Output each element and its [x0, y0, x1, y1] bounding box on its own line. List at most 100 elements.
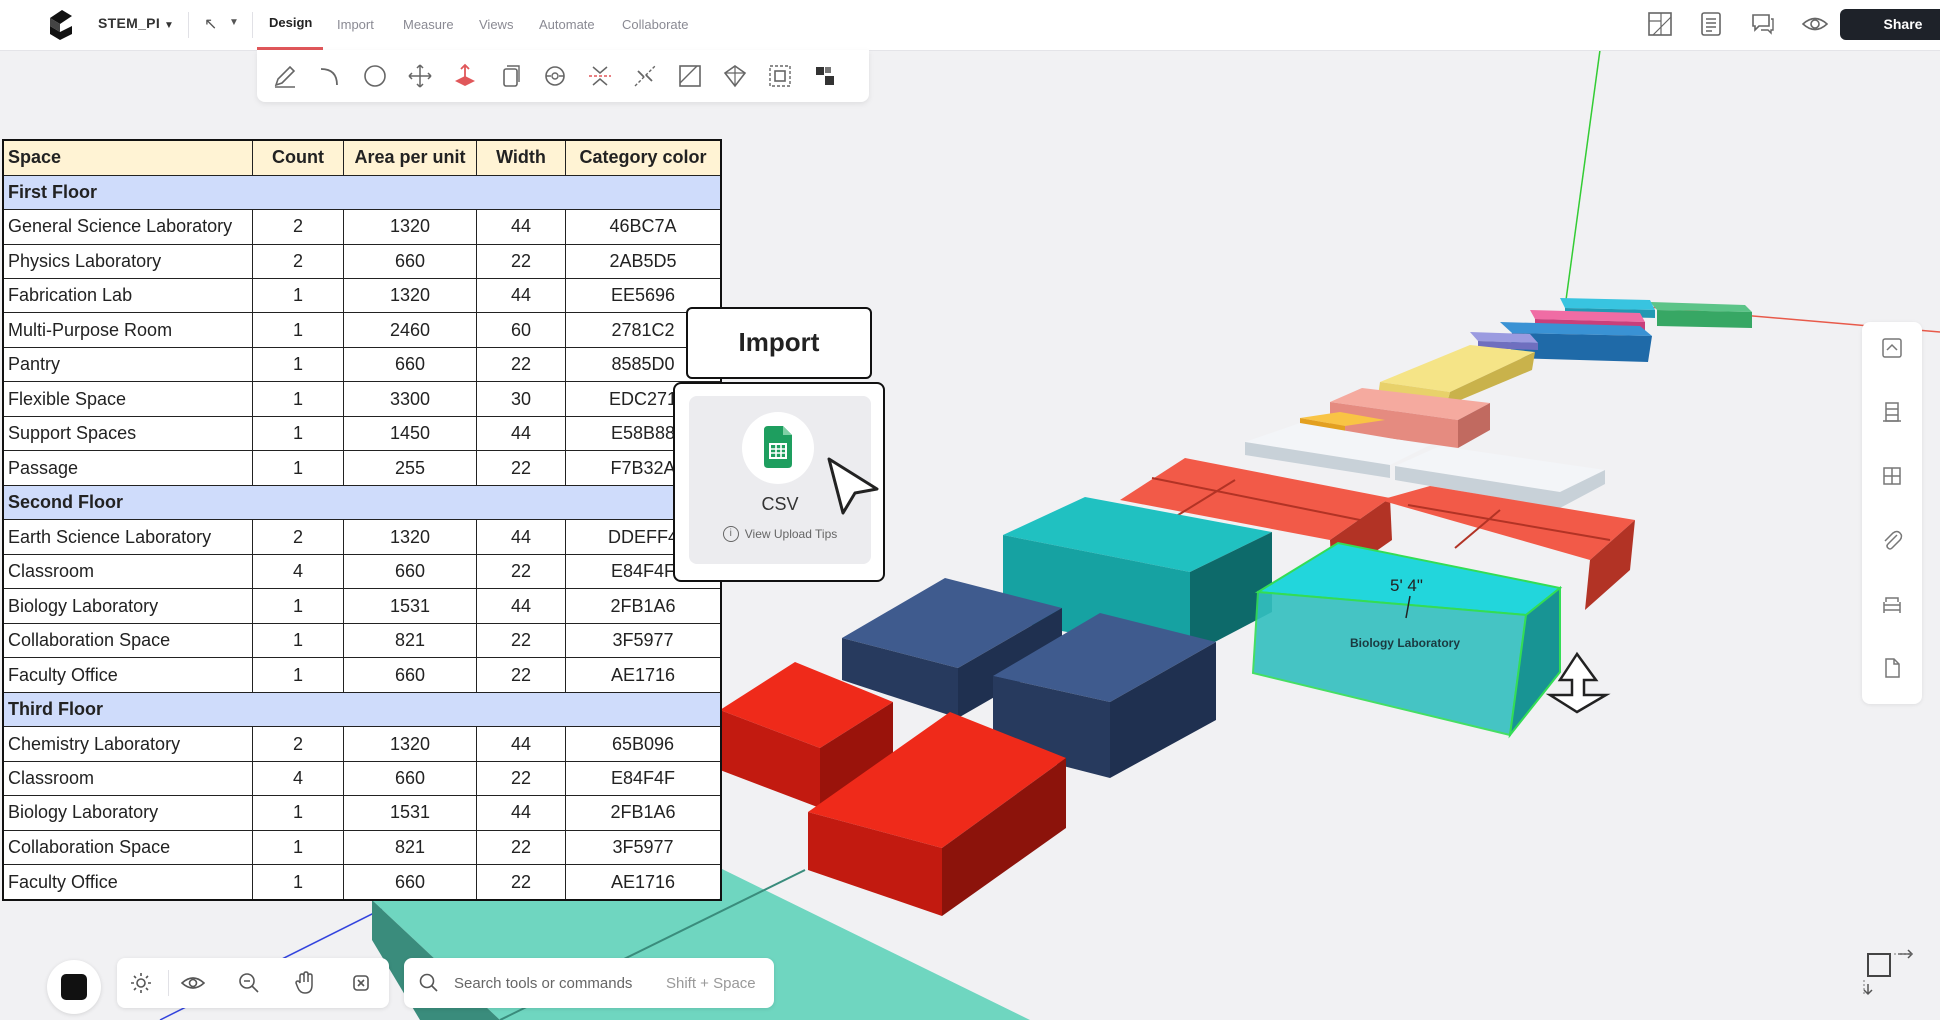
table-cell: 1320	[343, 726, 477, 762]
project-name-dropdown[interactable]: STEM_PI ▼	[98, 15, 174, 31]
table-cell: Biology Laboratory	[2, 795, 253, 831]
table-cell: 22	[476, 450, 566, 486]
furniture-icon[interactable]	[1880, 592, 1904, 616]
project-name: STEM_PI	[98, 15, 161, 31]
table-cell: 44	[476, 519, 566, 555]
view-upload-tips-link[interactable]: i View Upload Tips	[689, 526, 871, 542]
pencil-icon[interactable]	[272, 63, 298, 89]
table-cell: 2	[252, 243, 344, 279]
table-cell: 1531	[343, 795, 477, 831]
table-cell: 1	[252, 415, 344, 452]
table-cell: 4	[252, 760, 344, 797]
group-icon[interactable]	[767, 63, 793, 89]
table-cell: 22	[476, 553, 566, 590]
table-cell: 1	[252, 795, 344, 831]
zoom-icon[interactable]	[237, 971, 261, 995]
table-cell: 3F5977	[565, 829, 722, 866]
eye-icon[interactable]	[1802, 11, 1828, 37]
right-sidebar	[1862, 322, 1922, 704]
circle-icon[interactable]	[362, 63, 388, 89]
tab-collaborate[interactable]: Collaborate	[622, 17, 689, 32]
search-input[interactable]: Search tools or commands	[454, 975, 632, 992]
grid-icon[interactable]	[1880, 464, 1904, 488]
floor-row: Third Floor	[2, 691, 722, 728]
floor-row: First Floor	[2, 174, 722, 211]
paint-bucket-icon[interactable]	[722, 63, 748, 89]
table-cell: 65B096	[565, 726, 722, 762]
tab-views[interactable]: Views	[479, 17, 513, 32]
chevron-down-icon[interactable]: ▼	[229, 17, 239, 28]
select-cursor-icon[interactable]: ↖	[204, 14, 217, 34]
table-cell: 22	[476, 243, 566, 279]
settings-gear-icon[interactable]	[129, 971, 153, 995]
table-cell: Earth Science Laboratory	[2, 519, 253, 555]
y-axis	[1565, 50, 1601, 301]
table-cell: 2460	[343, 312, 477, 348]
table-cell: Biology Laboratory	[2, 588, 253, 624]
fit-view-icon[interactable]	[349, 971, 373, 995]
move-icon[interactable]	[407, 63, 433, 89]
app-logo-icon[interactable]	[46, 8, 76, 42]
table-row: Collaboration Space 1 821 22 3F5977	[2, 622, 722, 659]
table-row: Classroom 4 660 22 E84F4F	[2, 760, 722, 797]
frame-view-icon[interactable]	[1858, 944, 1918, 1000]
table-row: Flexible Space 1 3300 30 EDC271	[2, 381, 722, 417]
rotate-icon[interactable]	[542, 63, 568, 89]
table-cell: 255	[343, 450, 477, 486]
table-cell: 1	[252, 450, 344, 486]
block-general-science[interactable]	[1650, 302, 1752, 328]
paperclip-icon[interactable]	[1880, 528, 1904, 552]
table-row: Collaboration Space 1 821 22 3F5977	[2, 829, 722, 866]
divider	[168, 970, 169, 996]
app-menu-button[interactable]	[47, 960, 101, 1014]
table-cell: 44	[476, 726, 566, 762]
offset-icon[interactable]	[677, 63, 703, 89]
tab-measure[interactable]: Measure	[403, 17, 454, 32]
divider	[188, 12, 189, 38]
tab-design[interactable]: Design	[269, 15, 312, 30]
table-cell: 30	[476, 381, 566, 417]
split-icon[interactable]	[632, 63, 658, 89]
table-cell: Chemistry Laboratory	[2, 726, 253, 762]
column-header: Space	[2, 139, 253, 176]
tab-automate[interactable]: Automate	[539, 17, 595, 32]
copy-icon[interactable]	[497, 63, 523, 89]
eye-icon[interactable]	[181, 971, 205, 995]
table-row: Earth Science Laboratory 2 1320 44 DDEFF4	[2, 519, 722, 555]
table-cell: Faculty Office	[2, 657, 253, 693]
table-cell: 22	[476, 657, 566, 693]
mirror-icon[interactable]	[587, 63, 613, 89]
comments-icon[interactable]	[1750, 11, 1776, 37]
table-row: Multi-Purpose Room 1 2460 60 2781C2	[2, 312, 722, 348]
report-icon[interactable]	[1698, 11, 1724, 37]
building-icon[interactable]	[1880, 400, 1904, 424]
table-cell: 44	[476, 415, 566, 452]
table-cell: 660	[343, 760, 477, 797]
3d-view-icon[interactable]	[1880, 336, 1904, 360]
command-search-bar[interactable]: Search tools or commands Shift + Space	[404, 958, 774, 1008]
table-cell: 3300	[343, 381, 477, 417]
share-button[interactable]: Share	[1840, 9, 1940, 40]
table-cell: 1	[252, 864, 344, 901]
table-cell: 44	[476, 209, 566, 245]
column-header: Count	[252, 139, 344, 176]
pan-hand-icon[interactable]	[293, 971, 317, 995]
info-icon: i	[722, 526, 739, 542]
block-biology-lab-selected[interactable]: 5' 4" Biology Laboratory	[1251, 541, 1563, 739]
table-cell: 1	[252, 622, 344, 659]
arc-icon[interactable]	[317, 63, 343, 89]
components-icon[interactable]	[812, 63, 838, 89]
table-header-row: Space Count Area per unit Width Category…	[2, 139, 722, 176]
table-cell: 1320	[343, 277, 477, 314]
table-cell: 1320	[343, 209, 477, 245]
table-cell: 46BC7A	[565, 209, 722, 245]
document-icon[interactable]	[1880, 656, 1904, 680]
push-pull-icon[interactable]	[452, 63, 478, 89]
table-cell: 44	[476, 795, 566, 831]
table-cell: 821	[343, 829, 477, 866]
tab-import[interactable]: Import	[337, 17, 374, 32]
table-cell: 1450	[343, 415, 477, 452]
floorplan-icon[interactable]	[1647, 11, 1673, 37]
table-cell: 22	[476, 346, 566, 383]
table-row: Faculty Office 1 660 22 AE1716	[2, 657, 722, 693]
